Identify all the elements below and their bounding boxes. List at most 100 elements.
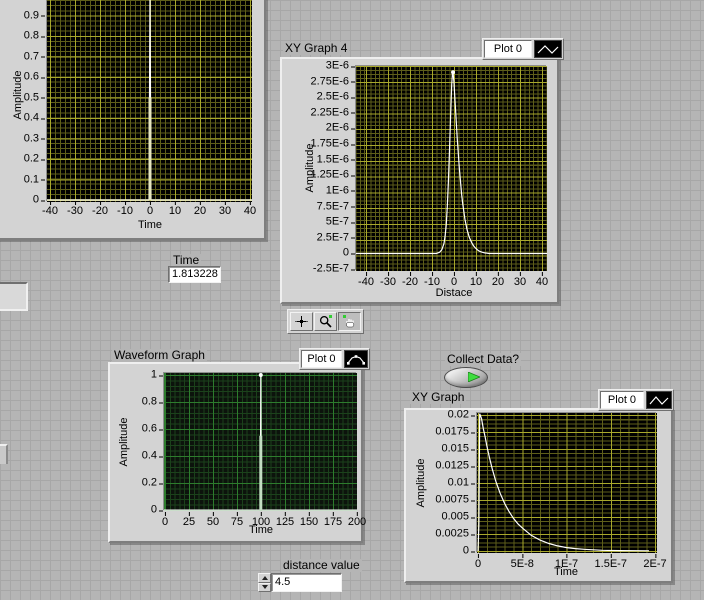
zigzag-plot-icon (534, 40, 562, 58)
xy-graph-legend-label: Plot 0 (600, 391, 644, 409)
tick-label: 75 (231, 517, 243, 528)
partial-control-bottom-left[interactable] (0, 444, 8, 464)
waveform-graph-plot-area[interactable] (164, 373, 357, 511)
xy-graph-4-y-label: Amplitude (304, 144, 316, 193)
tick-label: 2.5E-7 (317, 232, 349, 243)
tick-label: 30 (219, 206, 231, 217)
tick-label: 1E-6 (326, 185, 349, 196)
xy-graph-x-axis: 05E-81E-71.5E-72E-7 (478, 553, 655, 567)
distance-value-field[interactable]: 4.5 (271, 573, 342, 592)
pan-tool-button[interactable] (338, 312, 361, 331)
tick-label: 0.9 (24, 10, 39, 21)
tick-label: 0.0175 (435, 427, 469, 438)
xy-graph-4-curve (356, 66, 547, 271)
tick-label: 0.01 (448, 478, 469, 489)
tick-label: -10 (117, 206, 133, 217)
tick-label: 0.4 (142, 451, 157, 462)
waveform-graph-x-axis: 0255075100125150175200 (165, 511, 357, 525)
collect-data-led-button[interactable] (444, 367, 488, 388)
tick-label: 0 (162, 517, 168, 528)
tick-label: 0 (475, 559, 481, 570)
crosshair-icon (294, 314, 309, 329)
hand-icon (342, 314, 357, 329)
cursor-tool-button[interactable] (290, 312, 313, 331)
down-arrow-icon (262, 585, 268, 589)
time-graph-plot-area[interactable] (47, 0, 252, 202)
xy-graph-y-label: Amplitude (415, 459, 427, 508)
tick-label: 150 (300, 517, 318, 528)
distance-value-label: distance value (281, 559, 362, 572)
distance-spinner (258, 573, 271, 592)
tick-label: 40 (244, 206, 256, 217)
xy-graph-plot-area[interactable] (477, 413, 657, 553)
tick-label: -30 (67, 206, 83, 217)
tick-label: 0.4 (24, 113, 39, 124)
collect-data-label: Collect Data? (445, 353, 521, 366)
waveform-graph-y-label: Amplitude (118, 418, 130, 467)
tick-label: 25 (183, 517, 195, 528)
xy-graph-4-x-axis: -40-30-20-10010203040 (366, 271, 542, 285)
time-graph-x-axis: -40-30-20-10010203040 (50, 200, 250, 214)
tick-label: 0.1 (24, 174, 39, 185)
tick-label: 0.7 (24, 51, 39, 62)
tick-label: 0.2 (142, 478, 157, 489)
xy-graph-4-legend-label: Plot 0 (484, 40, 532, 58)
tick-label: 7.5E-7 (317, 201, 349, 212)
tick-label: 0 (463, 546, 469, 557)
tick-label: 1 (151, 370, 157, 381)
tick-label: 0.6 (142, 424, 157, 435)
tick-label: 20 (492, 277, 504, 288)
tick-label: 2.25E-6 (310, 107, 349, 118)
tick-label: 0.5 (24, 92, 39, 103)
xy-graph-4-plot-area[interactable] (356, 66, 547, 271)
decrement-button[interactable] (258, 583, 271, 593)
graph-palette (287, 309, 364, 334)
xy-graph-curve (477, 413, 657, 553)
tick-label: 50 (207, 517, 219, 528)
tick-label: 0.005 (441, 512, 469, 523)
green-arrow-icon (468, 372, 480, 382)
tick-label: 125 (276, 517, 294, 528)
tick-label: 0.2 (24, 154, 39, 165)
marker-plot-icon (344, 350, 368, 368)
zigzag-plot-icon (646, 391, 672, 409)
xy-graph-legend[interactable]: Plot 0 (598, 389, 674, 411)
xy-graph-4-x-label: Distace (436, 287, 473, 299)
time-indicator-value[interactable]: 1.813228 (168, 266, 221, 283)
tick-label: 0.0125 (435, 461, 469, 472)
xy-graph-title: XY Graph (410, 391, 466, 404)
tick-label: 1 (33, 0, 39, 1)
tick-label: 0.6 (24, 72, 39, 83)
xy-graph-4-legend[interactable]: Plot 0 (482, 38, 564, 60)
tick-label: 0 (33, 195, 39, 206)
tick-label: -30 (380, 277, 396, 288)
tick-label: -20 (92, 206, 108, 217)
tick-label: 10 (169, 206, 181, 217)
tick-label: 2.75E-6 (310, 76, 349, 87)
tick-label: 3E-6 (326, 61, 349, 72)
magnifier-icon (318, 314, 333, 329)
time-graph-y-label: Amplitude (12, 71, 24, 120)
waveform-graph-legend[interactable]: Plot 0 (299, 348, 370, 370)
tick-label: 0 (343, 248, 349, 259)
tick-label: 0.015 (441, 444, 469, 455)
tick-label: 175 (324, 517, 342, 528)
tick-label: 2.5E-6 (317, 92, 349, 103)
tick-label: 0.02 (448, 410, 469, 421)
distance-value-control (258, 573, 271, 592)
tick-label: 0.0025 (435, 529, 469, 540)
tick-label: 1.75E-6 (310, 139, 349, 150)
time-graph-x-label: Time (138, 219, 162, 231)
tick-label: -2.5E-7 (313, 264, 349, 275)
tick-label: 0 (147, 206, 153, 217)
tick-label: 1.5E-7 (595, 559, 627, 570)
tick-label: -40 (42, 206, 58, 217)
tick-label: -40 (358, 277, 374, 288)
zoom-tool-button[interactable] (314, 312, 337, 331)
tick-label: 200 (348, 517, 366, 528)
waveform-graph-curve (164, 373, 357, 511)
tick-label: 1.25E-6 (310, 170, 349, 181)
partial-control-left[interactable] (0, 282, 28, 311)
tick-label: 30 (514, 277, 526, 288)
increment-button[interactable] (258, 573, 271, 583)
